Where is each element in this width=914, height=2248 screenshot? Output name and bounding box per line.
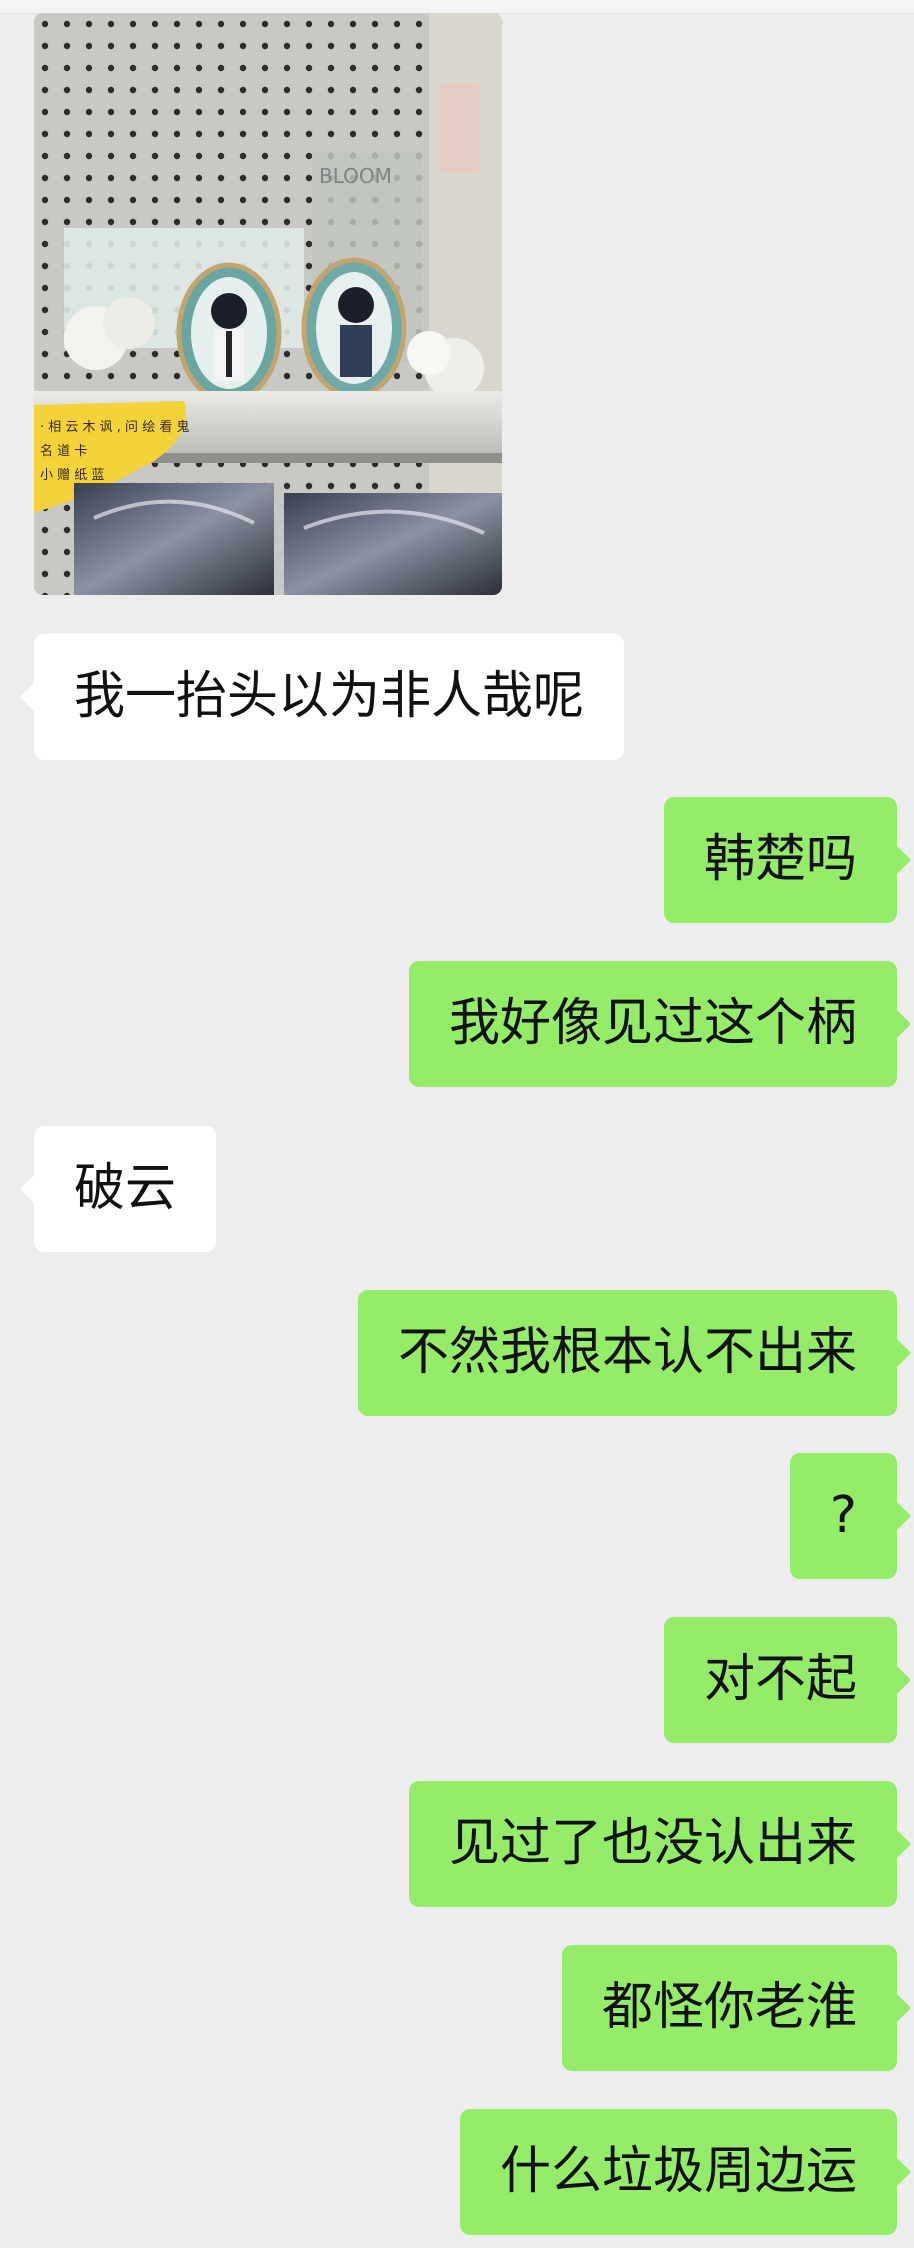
photo-note-line2: 名 道 卡 [40,443,87,459]
sent-bubble[interactable]: 什么垃圾周边运 [459,2109,912,2235]
sent-bubble[interactable]: 韩楚吗 [663,797,912,923]
photo-note-line1: · 相 云 木 讽 , 问 绘 看 鬼 [40,419,189,435]
sent-bubble[interactable]: ? [789,1453,912,1579]
message-row: 什么垃圾周边运 [459,2109,912,2235]
message-row: 对不起 [663,1617,912,1743]
message-row: 破云 [19,1126,217,1252]
sent-bubble[interactable]: 对不起 [663,1617,912,1743]
sent-bubble[interactable]: 都怪你老淮 [561,1945,912,2071]
message-row: 不然我根本认不出来 [357,1290,912,1416]
top-divider [0,0,914,14]
message-row: 都怪你老淮 [561,1945,912,2071]
message-row: 我好像见过这个柄 [408,961,912,1087]
sent-bubble[interactable]: 见过了也没认出来 [408,1781,912,1907]
received-bubble[interactable]: 我一抬头以为非人哉呢 [19,634,625,760]
message-row: ? [789,1453,912,1579]
message-row: 见过了也没认出来 [408,1781,912,1907]
sent-bubble[interactable]: 不然我根本认不出来 [357,1290,912,1416]
photo-note-line3: 小 赠 纸 蓝 [40,468,104,483]
shelf-photo: BLOOM · 相 云 木 讽 , 问 绘 看 鬼 名 道 卡 小 赠 纸 蓝 [34,13,502,595]
received-bubble[interactable]: 破云 [19,1126,217,1252]
svg-text:BLOOM: BLOOM [319,164,392,188]
message-row: 韩楚吗 [663,797,912,923]
sent-bubble[interactable]: 我好像见过这个柄 [408,961,912,1087]
chat-window: BLOOM · 相 云 木 讽 , 问 绘 看 鬼 名 道 卡 小 赠 纸 蓝 [0,0,914,2248]
image-message[interactable]: BLOOM · 相 云 木 讽 , 问 绘 看 鬼 名 道 卡 小 赠 纸 蓝 [34,13,502,595]
message-row: 我一抬头以为非人哉呢 [19,634,625,760]
